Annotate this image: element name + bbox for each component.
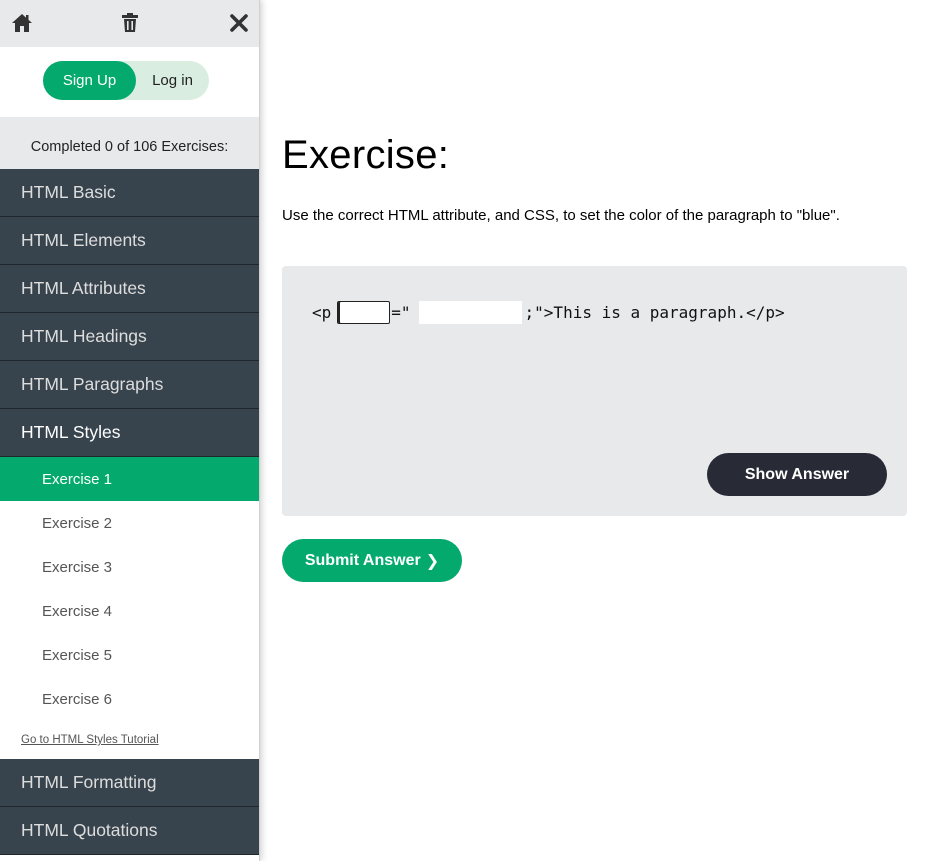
code-box: <p =" ;">This is a paragraph.</p> Show A… (282, 266, 907, 516)
nav-item-html-headings[interactable]: HTML Headings (0, 313, 259, 361)
exercise-item-2[interactable]: Exercise 2 (0, 501, 259, 545)
page-title: Exercise: (282, 133, 450, 177)
exercise-item-4[interactable]: Exercise 4 (0, 589, 259, 633)
nav-item-html-quotations[interactable]: HTML Quotations (0, 807, 259, 855)
nav-item-html-basic[interactable]: HTML Basic (0, 169, 259, 217)
exercise-list: Exercise 1 Exercise 2 Exercise 3 Exercis… (0, 457, 259, 759)
exercise-item-1[interactable]: Exercise 1 (0, 457, 259, 501)
sidebar: Sign Up Log in Completed 0 of 106 Exerci… (0, 0, 260, 861)
progress-text: Completed 0 of 106 Exercises: (0, 117, 259, 169)
show-answer-button[interactable]: Show Answer (707, 453, 887, 496)
nav-item-html-paragraphs[interactable]: HTML Paragraphs (0, 361, 259, 409)
submit-answer-label: Submit Answer (304, 551, 421, 569)
exercise-item-5[interactable]: Exercise 5 (0, 633, 259, 677)
code-part-close: ;">This is a paragraph.</p> (524, 303, 785, 322)
exercise-item-6[interactable]: Exercise 6 (0, 677, 259, 721)
exercise-item-3[interactable]: Exercise 3 (0, 545, 259, 589)
auth-area: Sign Up Log in (0, 47, 259, 117)
log-in-button[interactable]: Log in (136, 61, 209, 100)
close-icon[interactable] (227, 11, 251, 35)
chevron-right-icon: ❯ (425, 552, 440, 570)
submit-answer-button[interactable]: Submit Answer ❯ (282, 539, 462, 582)
code-part-equals: =" (391, 303, 411, 322)
sign-up-button[interactable]: Sign Up (43, 61, 136, 100)
nav-item-html-formatting[interactable]: HTML Formatting (0, 759, 259, 807)
nav-item-html-attributes[interactable]: HTML Attributes (0, 265, 259, 313)
css-value-input[interactable] (418, 301, 522, 324)
nav-item-html-elements[interactable]: HTML Elements (0, 217, 259, 265)
exercise-instructions: Use the correct HTML attribute, and CSS,… (282, 207, 840, 224)
tutorial-link[interactable]: Go to HTML Styles Tutorial (0, 721, 259, 759)
sidebar-topbar (0, 0, 259, 47)
code-part-open-tag: <p (312, 303, 332, 322)
attribute-input[interactable] (337, 301, 391, 324)
code-line: <p =" ;">This is a paragraph.</p> (312, 301, 785, 324)
home-icon[interactable] (10, 11, 34, 35)
trash-icon[interactable] (118, 11, 142, 35)
nav-item-html-styles[interactable]: HTML Styles (0, 409, 259, 457)
